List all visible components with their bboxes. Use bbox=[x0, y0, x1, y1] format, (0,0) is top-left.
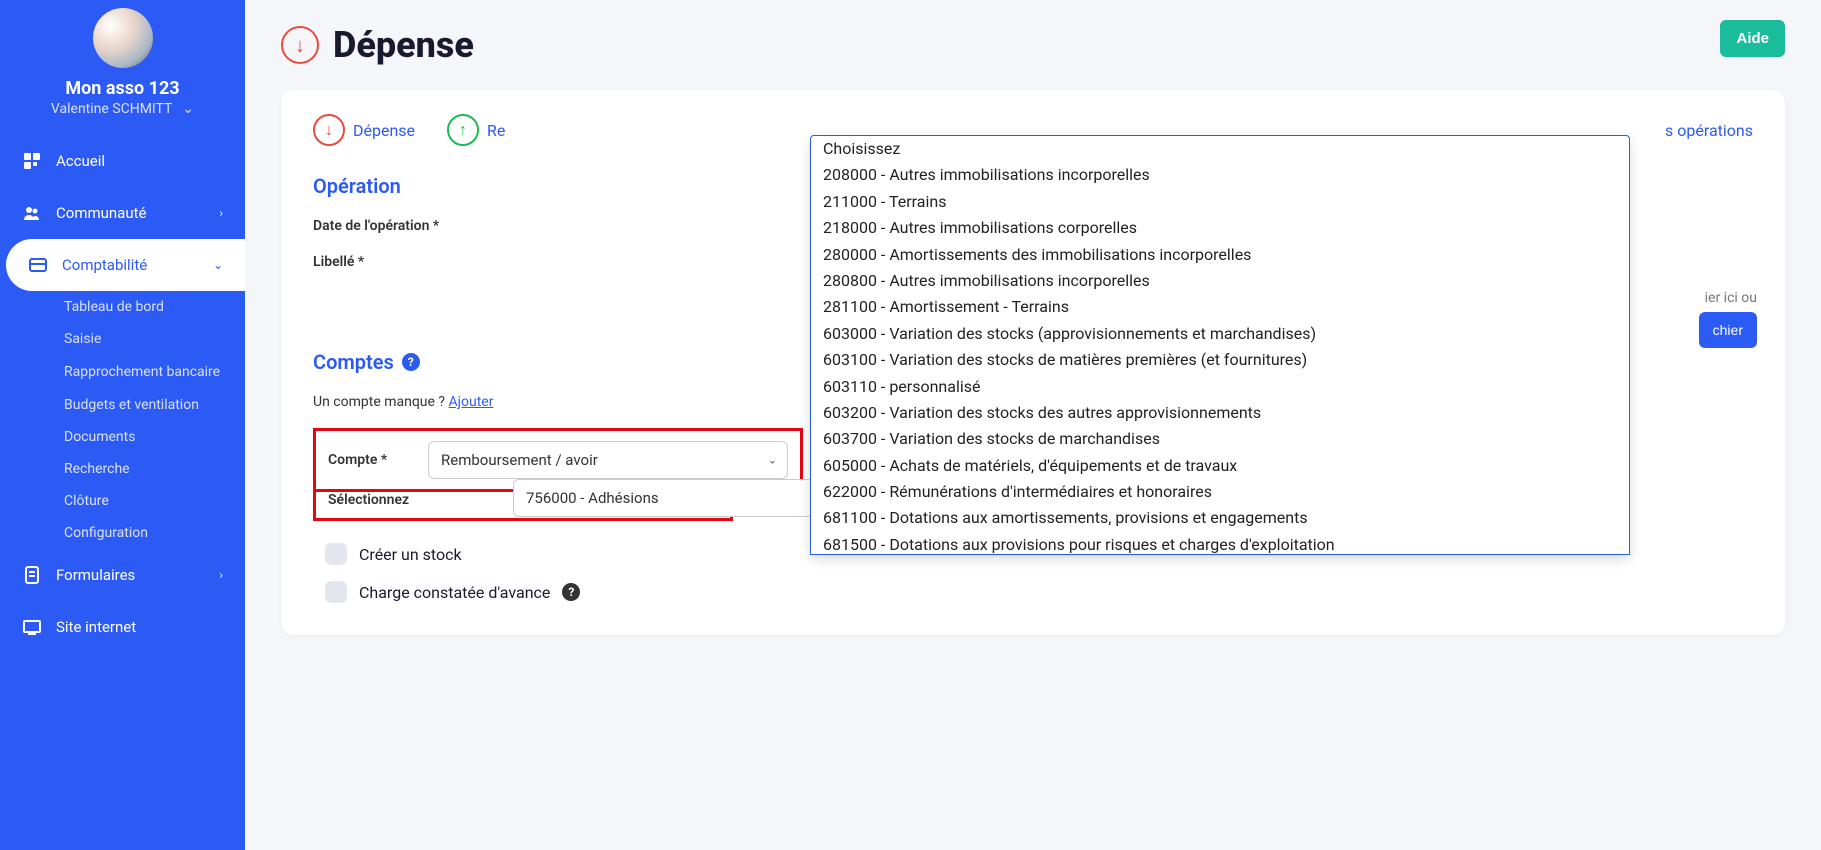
stock-label: Créer un stock bbox=[359, 545, 462, 564]
help-icon[interactable]: ? bbox=[402, 353, 420, 371]
community-icon bbox=[22, 203, 42, 223]
org-name: Mon asso 123 bbox=[0, 78, 245, 99]
chevron-down-icon: ⌄ bbox=[213, 258, 223, 272]
dropdown-option[interactable]: 208000 - Autres immobilisations incorpor… bbox=[811, 162, 1629, 188]
sidebar-sub-saisie[interactable]: Saisie bbox=[64, 323, 245, 355]
arrow-up-icon: ↑ bbox=[447, 114, 479, 146]
avatar[interactable] bbox=[93, 8, 153, 68]
libelle-label: Libellé * bbox=[313, 254, 513, 270]
sidebar-item-communaute[interactable]: Communauté › bbox=[0, 187, 245, 239]
tab-depense[interactable]: ↓ Dépense bbox=[313, 114, 415, 146]
sidebar-item-formulaires[interactable]: Formulaires › bbox=[0, 549, 245, 601]
dropdown-option[interactable]: 622000 - Rémunérations d'intermédiaires … bbox=[811, 479, 1629, 505]
date-label: Date de l'opération * bbox=[313, 218, 513, 234]
dropdown-option[interactable]: 603200 - Variation des stocks des autres… bbox=[811, 400, 1629, 426]
chevron-down-icon: ⌄ bbox=[182, 101, 194, 117]
selectionnez-label: Sélectionnez bbox=[328, 492, 448, 508]
dropdown-option[interactable]: 218000 - Autres immobilisations corporel… bbox=[811, 215, 1629, 241]
sidebar-sub-budgets[interactable]: Budgets et ventilation bbox=[64, 389, 245, 421]
checkbox-charge-row: Charge constatée d'avance ? bbox=[313, 573, 1753, 611]
dropdown-option[interactable]: 280000 - Amortissements des immobilisati… bbox=[811, 242, 1629, 268]
section-comptes: Comptes ? bbox=[313, 350, 420, 374]
dropdown-option[interactable]: 603700 - Variation des stocks de marchan… bbox=[811, 426, 1629, 452]
dropdown-option[interactable]: 681100 - Dotations aux amortissements, p… bbox=[811, 505, 1629, 531]
form-icon bbox=[22, 565, 42, 585]
sidebar: Mon asso 123 Valentine SCHMITT ⌄ Accueil… bbox=[0, 0, 245, 850]
sidebar-sub-config[interactable]: Configuration bbox=[64, 517, 245, 549]
sidebar-item-comptabilite[interactable]: Comptabilité ⌄ bbox=[6, 239, 245, 291]
select-value: Remboursement / avoir bbox=[441, 451, 598, 469]
tab-mes-operations[interactable]: s opérations bbox=[1665, 121, 1753, 140]
file-drop-zone[interactable]: ier ici ou chier bbox=[1699, 290, 1757, 348]
dropdown-option[interactable]: 603000 - Variation des stocks (approvisi… bbox=[811, 321, 1629, 347]
chevron-right-icon: › bbox=[219, 206, 223, 220]
dropdown-option[interactable]: 681500 - Dotations aux provisions pour r… bbox=[811, 532, 1629, 555]
sidebar-item-label: Communauté bbox=[56, 204, 146, 222]
tab-label: s opérations bbox=[1665, 121, 1753, 140]
dropdown-option[interactable]: 281100 - Amortissement - Terrains bbox=[811, 294, 1629, 320]
sidebar-submenu: Tableau de bord Saisie Rapprochement ban… bbox=[0, 291, 245, 549]
dropdown-option[interactable]: 211000 - Terrains bbox=[811, 189, 1629, 215]
sidebar-item-accueil[interactable]: Accueil bbox=[0, 135, 245, 187]
tab-label: Dépense bbox=[353, 121, 415, 140]
dropdown-option[interactable]: 603110 - personnalisé bbox=[811, 374, 1629, 400]
sidebar-item-siteinternet[interactable]: Site internet bbox=[0, 601, 245, 653]
file-drop-hint: ier ici ou bbox=[1699, 290, 1757, 306]
caret-icon: ⌄ bbox=[768, 454, 777, 467]
file-button[interactable]: chier bbox=[1699, 312, 1757, 348]
home-icon bbox=[22, 151, 42, 171]
dropdown-option[interactable]: 603100 - Variation des stocks de matière… bbox=[811, 347, 1629, 373]
sidebar-sub-recherche[interactable]: Recherche bbox=[64, 453, 245, 485]
compte-label: Compte * bbox=[328, 452, 404, 468]
website-icon bbox=[22, 617, 42, 637]
user-dropdown[interactable]: Valentine SCHMITT ⌄ bbox=[0, 101, 245, 135]
comptes-label: Comptes bbox=[313, 350, 394, 374]
main-content: Aide ↓ Dépense ↓ Dépense ↑ Re s opératio… bbox=[245, 0, 1821, 850]
sidebar-sub-tableau[interactable]: Tableau de bord bbox=[64, 291, 245, 323]
sidebar-sub-cloture[interactable]: Clôture bbox=[64, 485, 245, 517]
select-value: 756000 - Adhésions bbox=[526, 489, 659, 507]
dropdown-option[interactable]: Choisissez bbox=[811, 136, 1629, 162]
sidebar-sub-documents[interactable]: Documents bbox=[64, 421, 245, 453]
missing-text: Un compte manque ? bbox=[313, 394, 445, 410]
tab-label: Re bbox=[487, 121, 505, 140]
accounting-icon bbox=[28, 255, 48, 275]
sidebar-item-label: Site internet bbox=[56, 618, 136, 636]
charge-label: Charge constatée d'avance bbox=[359, 583, 550, 602]
compte-select[interactable]: Remboursement / avoir ⌄ bbox=[428, 441, 788, 479]
expense-icon: ↓ bbox=[281, 26, 319, 64]
page-header: ↓ Dépense bbox=[281, 24, 1785, 66]
dropdown-option[interactable]: 280800 - Autres immobilisations incorpor… bbox=[811, 268, 1629, 294]
charge-checkbox[interactable] bbox=[325, 581, 347, 603]
page-title: Dépense bbox=[333, 24, 474, 66]
sidebar-sub-rapprochement[interactable]: Rapprochement bancaire bbox=[64, 355, 245, 389]
help-button[interactable]: Aide bbox=[1720, 20, 1785, 57]
arrow-down-icon: ↓ bbox=[313, 114, 345, 146]
dropdown-option[interactable]: 605000 - Achats de matériels, d'équipeme… bbox=[811, 453, 1629, 479]
sidebar-item-label: Accueil bbox=[56, 152, 105, 170]
tab-recette[interactable]: ↑ Re bbox=[447, 114, 505, 146]
add-account-link[interactable]: Ajouter bbox=[449, 394, 494, 410]
help-icon[interactable]: ? bbox=[562, 583, 580, 601]
sidebar-item-label: Comptabilité bbox=[62, 256, 147, 274]
stock-checkbox[interactable] bbox=[325, 543, 347, 565]
sidebar-item-label: Formulaires bbox=[56, 566, 135, 584]
compte-dropdown-list[interactable]: Choisissez208000 - Autres immobilisation… bbox=[810, 135, 1630, 555]
user-name: Valentine SCHMITT bbox=[51, 101, 172, 117]
chevron-right-icon: › bbox=[219, 568, 223, 582]
